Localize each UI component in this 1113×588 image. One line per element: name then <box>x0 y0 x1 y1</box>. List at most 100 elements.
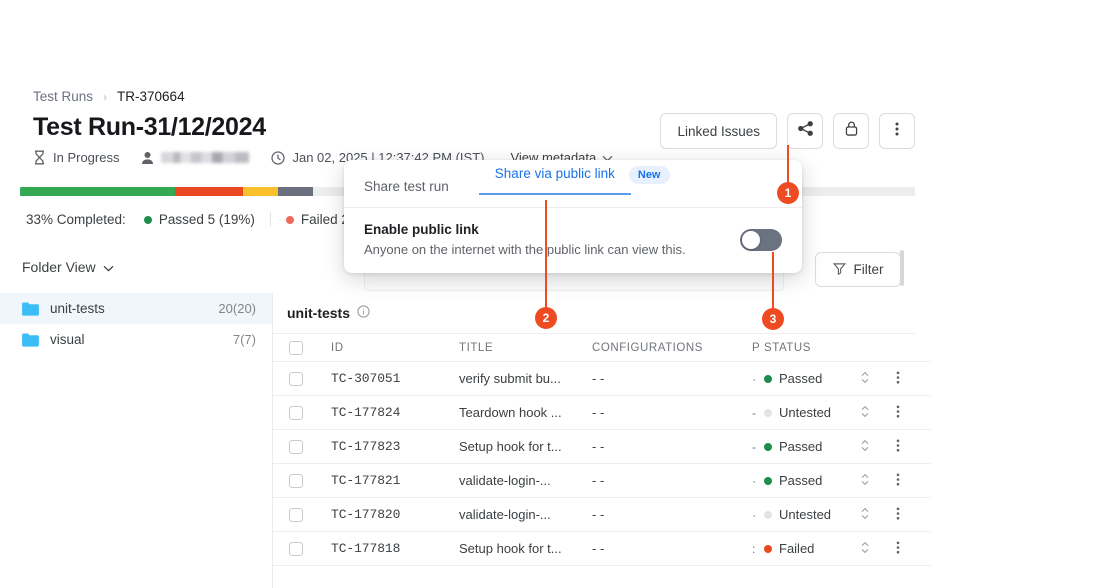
stat-failed[interactable]: Failed 2 <box>286 212 349 227</box>
panel-header: unit-tests <box>273 293 915 334</box>
header-menu <box>896 334 931 362</box>
row-more-menu[interactable] <box>896 532 931 566</box>
progress-segment-passed <box>20 187 175 196</box>
row-more-menu[interactable] <box>896 498 931 532</box>
cell-configurations: - - <box>592 362 752 396</box>
table-row[interactable]: TC-177823Setup hook for t...- --Passed <box>273 430 931 464</box>
cell-title: Setup hook for t... <box>459 430 592 464</box>
progress-segment-blocked <box>243 187 278 196</box>
run-status: In Progress <box>33 150 119 165</box>
table-row[interactable]: TC-307051verify submit bu...- -·Passed <box>273 362 931 396</box>
status-label: Failed <box>779 541 814 556</box>
chevron-down-icon <box>103 259 114 275</box>
tab-share-test-run[interactable]: Share test run <box>364 179 463 207</box>
header-priority[interactable]: P <box>752 334 764 362</box>
row-checkbox[interactable] <box>289 508 303 522</box>
status-dot-icon <box>764 545 772 553</box>
header-sort <box>860 334 896 362</box>
row-checkbox[interactable] <box>289 406 303 420</box>
tests-table: ID TITLE CONFIGURATIONS P STATUS TC-3070… <box>273 334 931 566</box>
tab-share-public-link-group: Share via public link New <box>495 166 670 207</box>
run-owner-redacted <box>161 152 249 163</box>
cell-configurations: - - <box>592 430 752 464</box>
row-more-menu[interactable] <box>896 362 931 396</box>
sidebar-folder-unit-tests[interactable]: unit-tests20(20) <box>0 293 272 324</box>
tests-table-body: TC-307051verify submit bu...- -·PassedTC… <box>273 362 931 566</box>
cell-configurations: - - <box>592 532 752 566</box>
row-status-stepper[interactable] <box>860 532 896 566</box>
row-checkbox[interactable] <box>289 542 303 556</box>
cell-priority: · <box>752 464 764 498</box>
cell-configurations: - - <box>592 396 752 430</box>
lock-button[interactable] <box>833 113 869 149</box>
cell-priority: - <box>752 430 764 464</box>
header-title[interactable]: TITLE <box>459 334 592 362</box>
row-checkbox[interactable] <box>289 474 303 488</box>
table-row[interactable]: TC-177821validate-login-...- -·Passed <box>273 464 931 498</box>
progress-segment-failed <box>175 187 243 196</box>
row-status-stepper[interactable] <box>860 498 896 532</box>
row-select-cell <box>273 362 331 396</box>
folder-sidebar: unit-tests20(20)visual7(7) <box>0 293 272 588</box>
folder-icon <box>22 302 39 316</box>
folder-view-selector[interactable]: Folder View <box>22 259 114 275</box>
annotation-marker-1: 1 <box>777 182 799 204</box>
table-row[interactable]: TC-177824Teardown hook ...- --Untested <box>273 396 931 430</box>
folder-count: 20(20) <box>218 301 256 316</box>
filter-button[interactable]: Filter <box>815 252 901 287</box>
row-select-cell <box>273 430 331 464</box>
page-title: Test Run-31/12/2024 <box>33 113 266 142</box>
folder-view-label: Folder View <box>22 259 96 275</box>
row-status-stepper[interactable] <box>860 430 896 464</box>
tab-share-public-link[interactable]: Share via public link <box>495 166 615 194</box>
row-checkbox[interactable] <box>289 440 303 454</box>
row-status-stepper[interactable] <box>860 396 896 430</box>
run-stats: 33% Completed: Passed 5 (19%) Failed 2 <box>26 212 364 227</box>
filter-icon <box>833 262 846 278</box>
stat-passed[interactable]: Passed 5 (19%) <box>144 212 255 227</box>
row-more-menu[interactable] <box>896 430 931 464</box>
enable-public-link-toggle[interactable] <box>740 229 782 251</box>
annotation-line-3 <box>772 252 774 312</box>
hourglass-icon <box>33 150 46 165</box>
row-select-cell <box>273 396 331 430</box>
share-popover-tabs: Share test run Share via public link New <box>344 160 802 208</box>
row-status-stepper[interactable] <box>860 464 896 498</box>
folder-label: unit-tests <box>50 301 218 316</box>
new-badge: New <box>629 166 670 184</box>
clock-icon <box>271 151 285 165</box>
breadcrumb-test-runs[interactable]: Test Runs <box>33 89 93 104</box>
app-root: Test Runs › TR-370664 Test Run-31/12/202… <box>0 0 1113 588</box>
cell-status: Failed <box>764 532 860 566</box>
header-configurations[interactable]: CONFIGURATIONS <box>592 334 752 362</box>
header-id[interactable]: ID <box>331 334 459 362</box>
panel-title: unit-tests <box>287 305 350 321</box>
linked-issues-button[interactable]: Linked Issues <box>660 113 777 149</box>
more-options-button[interactable] <box>879 113 915 149</box>
row-more-menu[interactable] <box>896 464 931 498</box>
table-row[interactable]: TC-177820validate-login-...- -·Untested <box>273 498 931 532</box>
breadcrumb-current[interactable]: TR-370664 <box>117 89 185 104</box>
status-label: Passed <box>779 439 822 454</box>
enable-public-link-row: Enable public link Anyone on the interne… <box>344 208 802 257</box>
info-icon[interactable] <box>357 305 370 321</box>
cell-priority: · <box>752 498 764 532</box>
row-checkbox[interactable] <box>289 372 303 386</box>
table-row[interactable]: TC-177818Setup hook for t...- -:Failed <box>273 532 931 566</box>
vertical-scrollbar-thumb[interactable] <box>900 250 904 286</box>
select-all-header <box>273 334 331 362</box>
header-status[interactable]: STATUS <box>764 334 860 362</box>
progress-segment-skipped <box>278 187 313 196</box>
cell-configurations: - - <box>592 498 752 532</box>
cell-priority: - <box>752 396 764 430</box>
sidebar-folder-visual[interactable]: visual7(7) <box>0 324 272 355</box>
status-label: Passed <box>779 473 822 488</box>
row-select-cell <box>273 464 331 498</box>
row-more-menu[interactable] <box>896 396 931 430</box>
share-popover: Share test run Share via public link New… <box>344 160 802 273</box>
more-vertical-icon <box>895 121 899 142</box>
share-button[interactable] <box>787 113 823 149</box>
row-status-stepper[interactable] <box>860 362 896 396</box>
select-all-checkbox[interactable] <box>289 341 303 355</box>
passed-dot-icon <box>144 216 152 224</box>
